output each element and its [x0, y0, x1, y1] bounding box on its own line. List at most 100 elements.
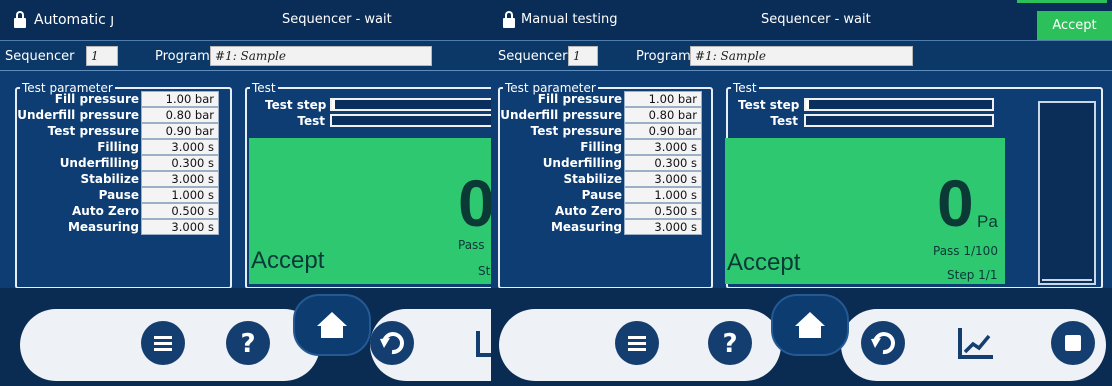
right-result-box: 0 Pa Pass 1/100 Step 1/1 Accept: [725, 138, 1005, 284]
svg-text:?: ?: [722, 329, 737, 359]
left-param-value[interactable]: 0.300 s: [141, 155, 219, 171]
right-param-value[interactable]: 0.90 bar: [624, 123, 702, 139]
left-param-value[interactable]: 1.000 s: [141, 187, 219, 203]
right-param-value[interactable]: 0.300 s: [624, 155, 702, 171]
home-button[interactable]: [293, 294, 371, 356]
left-param-row: Test pressure 0.90 bar: [17, 123, 227, 139]
right-sequencer-row: Sequencer 1 Program #1: Sample: [491, 40, 1112, 70]
undo-icon[interactable]: [370, 321, 414, 365]
lock-icon: [503, 11, 515, 28]
right-param-value[interactable]: 1.00 bar: [624, 91, 702, 107]
right-param-row: Auto Zero 0.500 s: [500, 203, 710, 219]
left-param-value[interactable]: 0.90 bar: [141, 123, 219, 139]
left-param-value[interactable]: 1.00 bar: [141, 91, 219, 107]
left-param-name: Auto Zero: [72, 204, 139, 218]
right-top-bar: Manual testing Sequencer - wait Accept: [491, 0, 1112, 40]
left-pass-counter: Pass: [458, 238, 485, 252]
menu-icon[interactable]: [615, 321, 659, 365]
left-param-value[interactable]: 3.000 s: [141, 171, 219, 187]
right-measured-value: 0: [937, 166, 974, 240]
home-icon: [317, 312, 347, 338]
right-test-label: Test: [770, 114, 798, 128]
right-test-step-label: Test step: [738, 98, 800, 112]
left-test-title: Test: [250, 80, 278, 96]
right-unit: Pa: [977, 212, 998, 231]
home-button[interactable]: [771, 294, 849, 356]
right-param-value[interactable]: 0.80 bar: [624, 107, 702, 123]
right-param-name: Pause: [581, 188, 622, 202]
left-param-name: Underfill pressure: [17, 108, 139, 122]
right-param-row: Stabilize 3.000 s: [500, 171, 710, 187]
left-test-step-label: Test step: [265, 98, 327, 112]
left-sequencer-field[interactable]: 1: [86, 46, 118, 66]
help-icon[interactable]: ?: [708, 321, 752, 365]
left-param-row: Underfilling 0.300 s: [17, 155, 227, 171]
right-param-value[interactable]: 3.000 s: [624, 219, 702, 235]
right-param-name: Underfill pressure: [500, 108, 622, 122]
right-test-parameter-group: Test parameter Fill pressure 1.00 bar Unde…: [498, 80, 713, 289]
left-param-value[interactable]: 0.500 s: [141, 203, 219, 219]
right-param-row: Underfilling 0.300 s: [500, 155, 710, 171]
stop-icon[interactable]: [1051, 321, 1095, 365]
right-sequencer-label: Sequencer: [498, 49, 568, 64]
left-divider: [0, 70, 491, 71]
right-pass-counter: Pass 1/100: [933, 244, 998, 258]
right-test-group: Test Test step Test 0 Pa Pass 1/100 Step…: [725, 80, 1103, 289]
help-icon[interactable]: ?: [226, 321, 270, 365]
chart-icon[interactable]: [955, 323, 997, 363]
right-param-value[interactable]: 0.500 s: [624, 203, 702, 219]
left-test-bar: [330, 114, 491, 127]
left-result-box: 0 Pass St Accept: [249, 138, 491, 284]
left-measured-value: 0: [458, 166, 491, 240]
left-top-bar: Automatic ȷ Sequencer - wait: [0, 0, 491, 40]
right-result-label: Accept: [727, 249, 801, 276]
right-test-title: Test: [731, 80, 759, 96]
right-param-row: Fill pressure 1.00 bar: [500, 91, 710, 107]
right-divider: [491, 70, 1112, 71]
right-param-name: Fill pressure: [537, 92, 622, 106]
right-sequencer-status: Sequencer - wait: [761, 12, 871, 27]
left-param-value[interactable]: 3.000 s: [141, 219, 219, 235]
left-param-row: Underfill pressure 0.80 bar: [17, 107, 227, 123]
left-param-row: Pause 1.000 s: [17, 187, 227, 203]
left-param-name: Filling: [97, 140, 139, 154]
left-step-counter: St: [478, 264, 491, 278]
left-test-step-bar: [330, 98, 491, 111]
right-param-name: Auto Zero: [555, 204, 622, 218]
left-param-value[interactable]: 3.000 s: [141, 139, 219, 155]
home-icon: [795, 312, 825, 338]
left-sequencer-row: Sequencer 1 Program #1: Sample: [0, 40, 491, 70]
left-param-value[interactable]: 0.80 bar: [141, 107, 219, 123]
left-test-parameter-group: Test parameter Fill pressure 1.00 bar Unde…: [15, 80, 232, 289]
left-param-name: Underfilling: [59, 156, 139, 170]
right-param-name: Test pressure: [530, 124, 622, 138]
right-screen: Manual testing Sequencer - wait Accept S…: [491, 0, 1112, 386]
left-param-row: Auto Zero 0.500 s: [17, 203, 227, 219]
left-screen: Automatic ȷ Sequencer - wait Sequencer 1…: [0, 0, 491, 386]
right-param-value[interactable]: 1.000 s: [624, 187, 702, 203]
right-param-row: Underfill pressure 0.80 bar: [500, 107, 710, 123]
left-test-group: Test Test step Test 0 Pass St Accept: [245, 80, 491, 289]
menu-icon[interactable]: [141, 321, 185, 365]
left-param-row: Measuring 3.000 s: [17, 219, 227, 235]
left-param-name: Fill pressure: [54, 92, 139, 106]
left-sequencer-label: Sequencer: [5, 49, 75, 64]
undo-icon[interactable]: [861, 321, 905, 365]
chart-icon[interactable]: [474, 325, 491, 361]
right-test-step-bar: [804, 98, 994, 111]
right-param-name: Measuring: [550, 220, 622, 234]
right-param-row: Pause 1.000 s: [500, 187, 710, 203]
right-vertical-gauge: [1038, 101, 1096, 285]
right-accept-tag: Accept: [1017, 0, 1112, 40]
left-sequencer-status: Sequencer - wait: [282, 12, 392, 27]
right-program-label: Program: [636, 49, 691, 64]
right-sequencer-field[interactable]: 1: [568, 46, 598, 66]
right-program-field[interactable]: #1: Sample: [690, 46, 913, 66]
left-param-name: Stabilize: [80, 172, 139, 186]
right-param-value[interactable]: 3.000 s: [624, 171, 702, 187]
left-program-field[interactable]: #1: Sample: [210, 46, 432, 66]
right-param-value[interactable]: 3.000 s: [624, 139, 702, 155]
left-param-row: Filling 3.000 s: [17, 139, 227, 155]
right-param-name: Filling: [580, 140, 622, 154]
left-param-row: Fill pressure 1.00 bar: [17, 91, 227, 107]
